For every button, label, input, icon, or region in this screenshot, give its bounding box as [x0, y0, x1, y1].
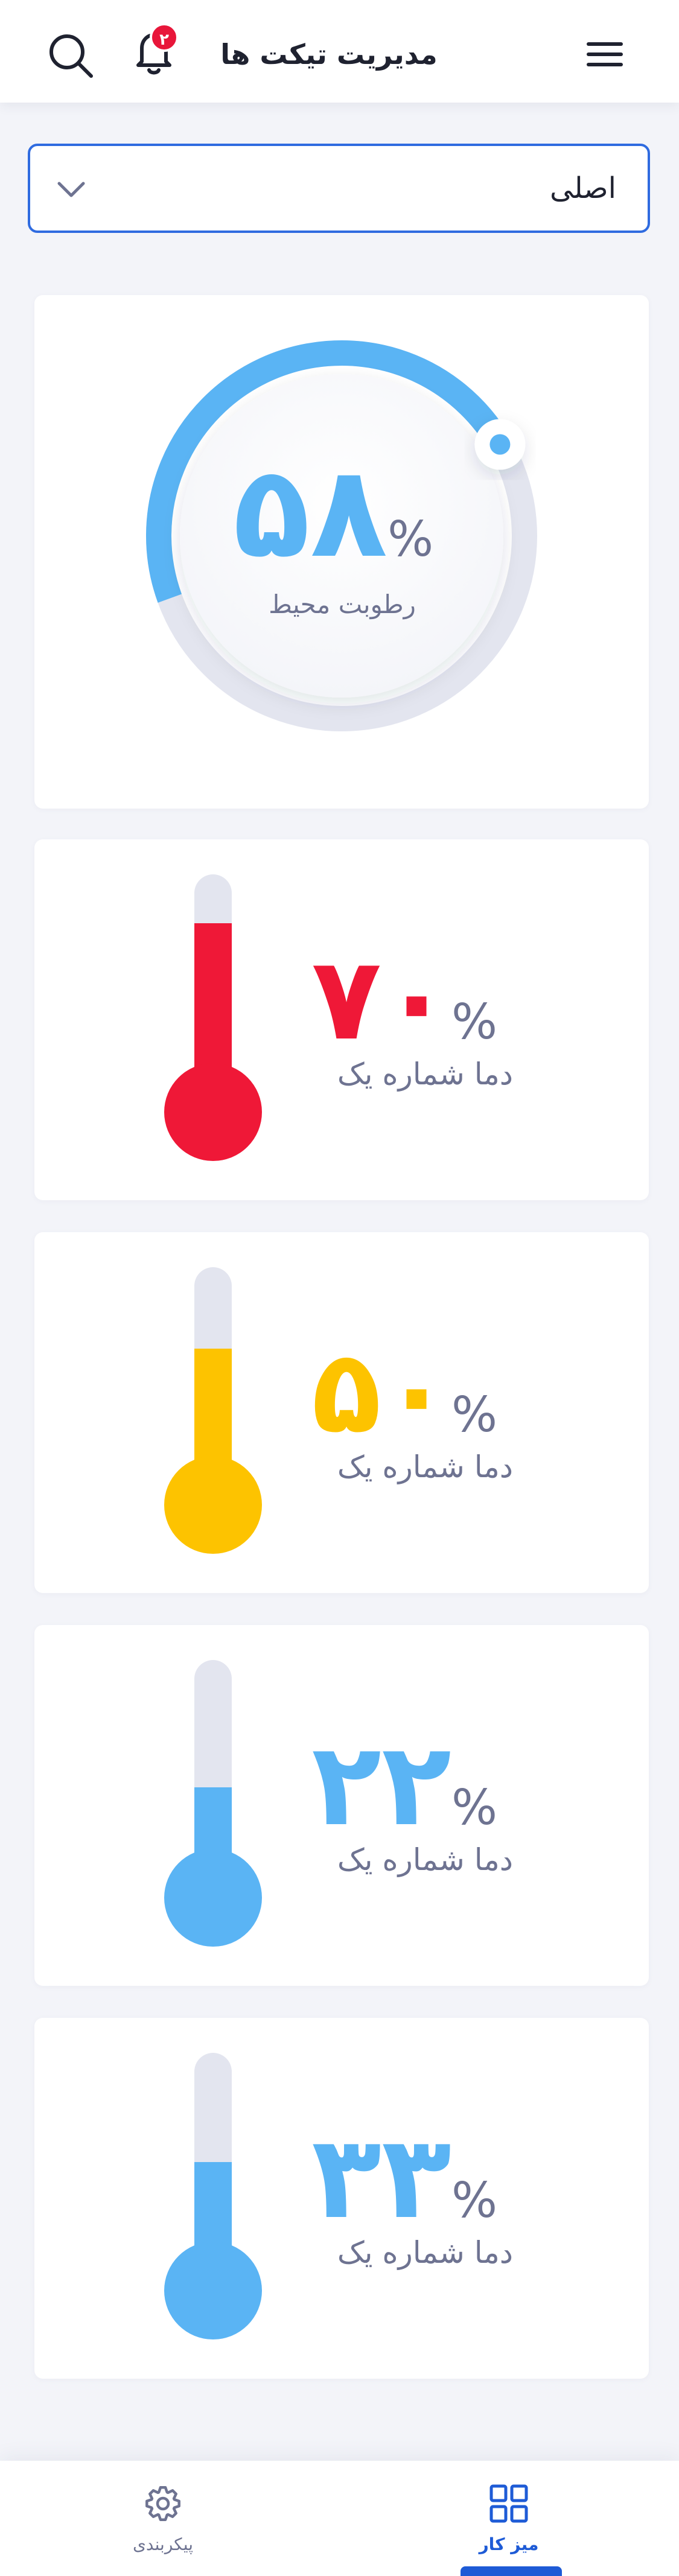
search-button[interactable]	[45, 30, 97, 82]
thermometer	[164, 1660, 262, 1947]
temperature-value: ۷۰	[311, 932, 451, 1066]
page-title: مدیریت تیکت ها	[220, 38, 438, 71]
active-tab-indicator	[461, 2566, 562, 2576]
temperature-value-row: ۳۳%	[311, 2120, 513, 2235]
menu-icon-bar	[587, 63, 623, 66]
temperature-value: ۵۰	[311, 1325, 451, 1458]
temperature-card: ۲۲% دما شماره یک	[34, 1625, 649, 1986]
notification-badge: ۲	[150, 23, 179, 52]
temperature-value: ۳۳	[311, 2111, 451, 2244]
temperature-unit: %	[451, 2172, 497, 2228]
temperature-unit: %	[451, 994, 497, 1050]
temperature-label: دما شماره یک	[337, 2235, 513, 2270]
temperature-card: ۷۰% دما شماره یک	[34, 839, 649, 1200]
temperature-card: ۵۰% دما شماره یک	[34, 1232, 649, 1593]
menu-icon-bar	[587, 52, 623, 56]
menu-button[interactable]	[581, 37, 629, 71]
humidity-card: ۵۸% رطوبت محیط	[34, 295, 649, 809]
gear-icon	[145, 2486, 180, 2521]
thermometer-bulb	[164, 1456, 262, 1554]
nav-dashboard-label: میز کار	[479, 2534, 539, 2554]
group-select[interactable]: اصلی	[28, 144, 650, 233]
temperature-value-row: ۲۲%	[311, 1728, 513, 1842]
temperature-label: دما شماره یک	[337, 1449, 513, 1484]
humidity-value: ۵۸	[232, 438, 388, 586]
thermometer-bulb	[164, 2242, 262, 2339]
gauge-knob-dot	[489, 434, 511, 455]
nav-settings-label: پیکربندی	[132, 2534, 193, 2554]
temperature-unit: %	[451, 1387, 497, 1443]
grid-icon	[489, 2484, 528, 2523]
chevron-down-icon	[57, 182, 85, 197]
group-select-value: اصلی	[550, 171, 616, 205]
temperature-value: ۲۲	[311, 1718, 451, 1851]
thermometer-bulb	[164, 1063, 262, 1161]
temperature-label: دما شماره یک	[337, 1842, 513, 1877]
humidity-label: رطوبت محیط	[269, 590, 416, 619]
menu-icon	[587, 42, 623, 46]
temperature-value-row: ۷۰%	[311, 942, 513, 1057]
temperature-card: ۳۳% دما شماره یک	[34, 2018, 649, 2379]
bottom-navigation: میز کار پیکربندی	[0, 2461, 679, 2576]
thermometer	[164, 1267, 262, 1554]
app-header: مدیریت تیکت ها ۲	[0, 0, 679, 103]
nav-item-dashboard[interactable]: میز کار	[418, 2461, 599, 2576]
thermometer-bulb	[164, 1849, 262, 1947]
nav-item-settings[interactable]: پیکربندی	[72, 2461, 253, 2576]
temperature-label: دما شماره یک	[337, 1057, 513, 1092]
humidity-value-row: ۵۸%	[215, 449, 469, 576]
temperature-value-row: ۵۰%	[311, 1335, 513, 1449]
humidity-unit: %	[387, 511, 434, 567]
search-icon	[49, 34, 93, 78]
temperature-unit: %	[451, 1779, 497, 1836]
thermometer	[164, 2053, 262, 2339]
thermometer	[164, 874, 262, 1161]
